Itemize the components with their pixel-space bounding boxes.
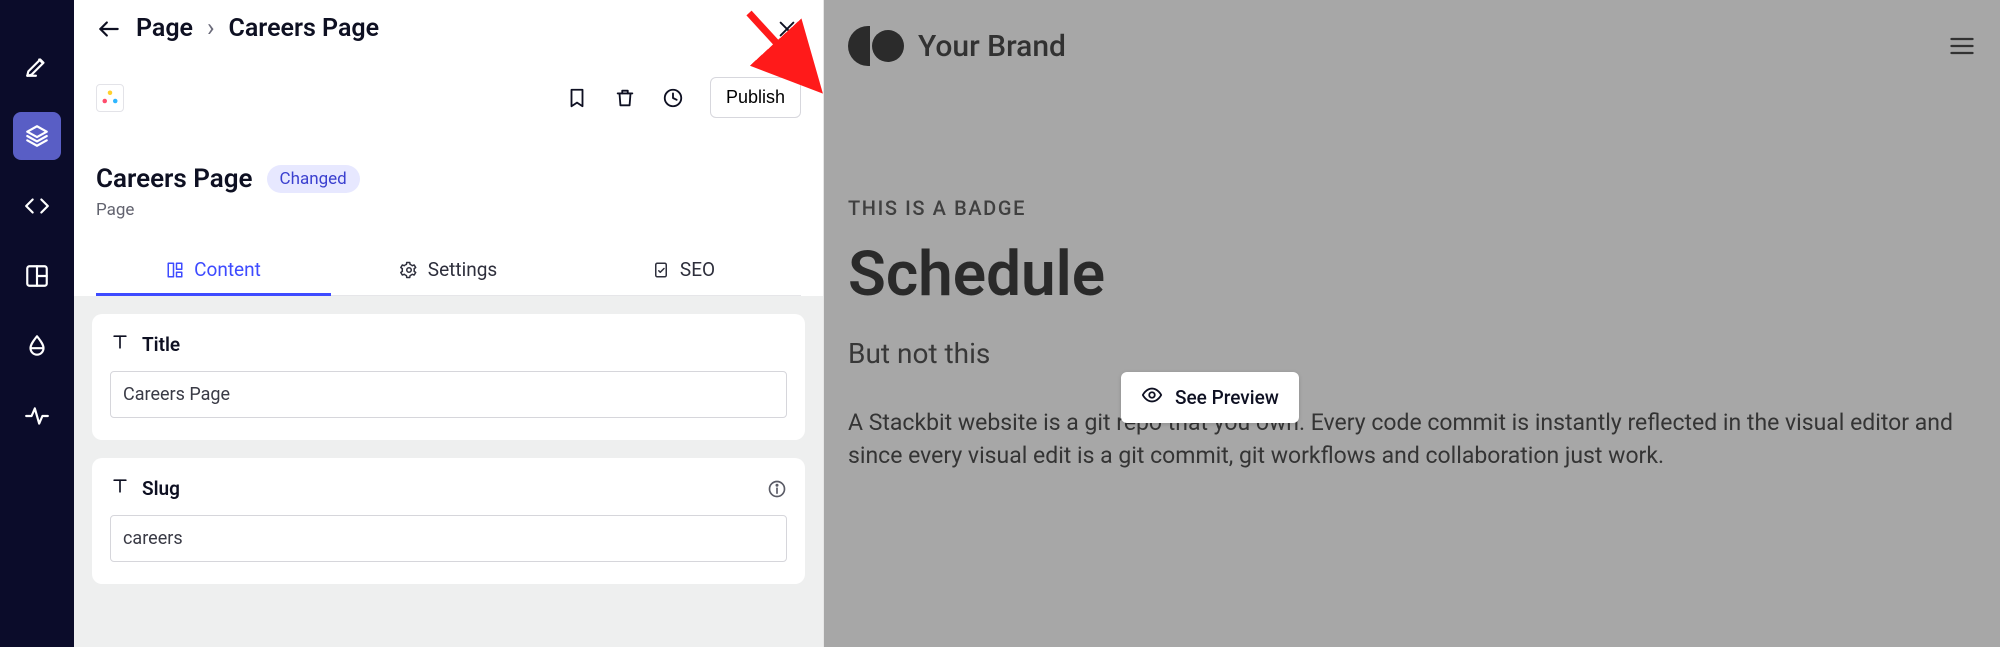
rail-code-button[interactable] bbox=[13, 182, 61, 230]
tab-content[interactable]: Content bbox=[96, 246, 331, 295]
trash-icon[interactable] bbox=[614, 87, 636, 109]
field-label-text: Title bbox=[142, 333, 180, 356]
rail-activity-button[interactable] bbox=[13, 392, 61, 440]
field-slug: Slug bbox=[92, 458, 805, 584]
bookmark-icon[interactable] bbox=[566, 87, 588, 109]
tab-settings[interactable]: Settings bbox=[331, 246, 566, 295]
publish-button[interactable]: Publish bbox=[710, 77, 801, 118]
history-icon[interactable] bbox=[662, 87, 684, 109]
side-rail bbox=[0, 0, 74, 647]
breadcrumb-root[interactable]: Page bbox=[136, 14, 193, 43]
status-badge: Changed bbox=[267, 165, 360, 193]
back-icon[interactable] bbox=[96, 16, 122, 42]
preview-pane: Your Brand THIS IS A BADGE Schedule But … bbox=[824, 0, 2000, 647]
breadcrumb-sep: › bbox=[207, 14, 215, 43]
form-body: Title Slug bbox=[74, 296, 823, 647]
preview-dim-overlay bbox=[824, 0, 2000, 647]
text-type-icon bbox=[110, 476, 130, 501]
rail-layers-button[interactable] bbox=[13, 112, 61, 160]
text-type-icon bbox=[110, 332, 130, 357]
slug-input[interactable] bbox=[110, 515, 787, 562]
tab-label: Content bbox=[194, 258, 261, 281]
rail-layout-button[interactable] bbox=[13, 252, 61, 300]
info-icon[interactable] bbox=[767, 479, 787, 499]
rail-theme-button[interactable] bbox=[13, 322, 61, 370]
tabs: Content Settings SEO bbox=[96, 246, 801, 296]
tab-seo[interactable]: SEO bbox=[566, 246, 801, 295]
rail-edit-button[interactable] bbox=[13, 42, 61, 90]
field-label-text: Slug bbox=[142, 477, 180, 500]
see-preview-button[interactable]: See Preview bbox=[1121, 372, 1299, 423]
close-button[interactable] bbox=[773, 15, 801, 43]
eye-icon bbox=[1141, 384, 1163, 411]
content-source-chip[interactable] bbox=[96, 84, 124, 112]
see-preview-label: See Preview bbox=[1175, 386, 1279, 409]
tab-label: SEO bbox=[680, 258, 715, 281]
field-title: Title bbox=[92, 314, 805, 440]
page-title: Careers Page bbox=[96, 164, 253, 194]
breadcrumb-current[interactable]: Careers Page bbox=[229, 14, 380, 43]
title-input[interactable] bbox=[110, 371, 787, 418]
tab-label: Settings bbox=[428, 258, 497, 281]
page-type-label: Page bbox=[96, 200, 801, 220]
breadcrumb: Page › Careers Page bbox=[96, 14, 379, 43]
editor-panel: Page › Careers Page bbox=[74, 0, 824, 647]
